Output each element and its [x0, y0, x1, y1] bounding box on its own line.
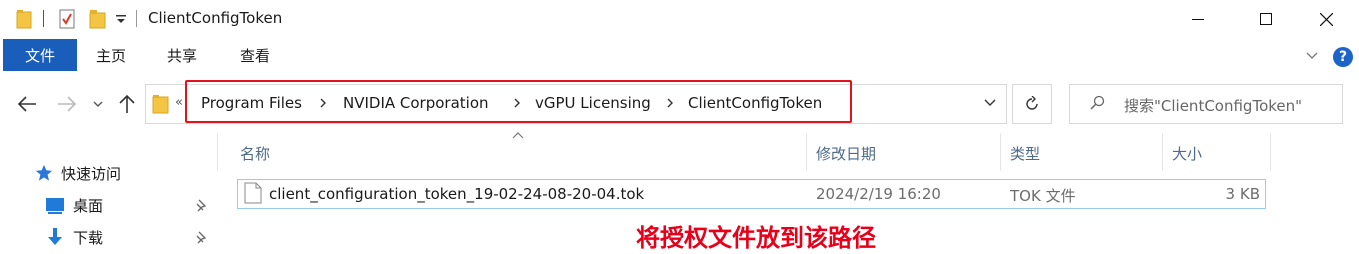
- annotation-caption: 将授权文件放到该路径: [636, 224, 876, 252]
- nav-item-label: 下载: [73, 228, 104, 247]
- pin-icon[interactable]: [195, 231, 207, 245]
- file-name[interactable]: client_configuration_token_19-02-24-08-2…: [269, 185, 644, 203]
- column-divider[interactable]: [1270, 133, 1271, 171]
- back-arrow-icon[interactable]: [16, 94, 38, 114]
- close-icon: [1319, 12, 1333, 26]
- tab-file[interactable]: 文件: [3, 39, 77, 71]
- pin-icon[interactable]: [195, 199, 207, 213]
- chevron-right-icon[interactable]: [665, 96, 675, 110]
- address-dropdown-icon[interactable]: [983, 97, 997, 109]
- folder-icon[interactable]: [16, 9, 32, 29]
- window-title: ClientConfigToken: [148, 9, 283, 27]
- nav-item-quick-access[interactable]: 快速访问: [35, 161, 121, 185]
- tab-share[interactable]: 共享: [153, 38, 211, 72]
- maximize-icon: [1260, 13, 1272, 25]
- star-icon: [35, 164, 53, 181]
- file-type: TOK 文件: [1010, 187, 1076, 205]
- file-icon: [244, 182, 262, 204]
- forward-arrow-icon[interactable]: [56, 94, 78, 114]
- customize-dropdown-icon[interactable]: [115, 12, 127, 26]
- breadcrumb-vgpu-licensing[interactable]: vGPU Licensing: [535, 94, 651, 112]
- column-header-name[interactable]: 名称: [240, 143, 270, 164]
- toolbar-separator: [43, 10, 44, 27]
- column-divider[interactable]: [1162, 133, 1163, 171]
- up-arrow-icon[interactable]: [117, 93, 137, 115]
- chevron-right-icon[interactable]: [512, 96, 522, 110]
- maximize-button[interactable]: [1243, 0, 1289, 38]
- breadcrumb-overflow[interactable]: «: [175, 95, 183, 110]
- minimize-button[interactable]: [1175, 0, 1221, 38]
- nav-item-label: 快速访问: [61, 164, 122, 183]
- chevron-right-icon[interactable]: [318, 96, 328, 110]
- nav-item-desktop[interactable]: 桌面: [45, 193, 103, 217]
- search-icon: [1090, 95, 1105, 110]
- breadcrumb-clientconfigtoken[interactable]: ClientConfigToken: [688, 94, 822, 112]
- title-separator: [136, 10, 137, 27]
- desktop-icon: [46, 198, 64, 214]
- column-header-size[interactable]: 大小: [1172, 143, 1202, 164]
- column-divider[interactable]: [806, 133, 807, 171]
- sort-ascending-icon: [512, 132, 524, 139]
- folder-icon: [152, 95, 169, 114]
- column-header-date[interactable]: 修改日期: [816, 143, 876, 164]
- file-modified-date: 2024/2/19 16:20: [816, 185, 941, 203]
- expand-ribbon-icon[interactable]: [1305, 48, 1319, 62]
- tab-view[interactable]: 查看: [226, 38, 284, 72]
- breadcrumb-nvidia-corporation[interactable]: NVIDIA Corporation: [343, 94, 489, 112]
- minimize-icon: [1192, 19, 1204, 20]
- tab-home[interactable]: 主页: [82, 38, 140, 72]
- help-button[interactable]: ?: [1333, 47, 1353, 67]
- nav-item-downloads[interactable]: 下载: [45, 225, 103, 249]
- search-input[interactable]: 搜索"ClientConfigToken": [1124, 95, 1302, 116]
- breadcrumb-program-files[interactable]: Program Files: [201, 94, 302, 112]
- recent-locations-icon[interactable]: [92, 98, 104, 110]
- column-header-type[interactable]: 类型: [1010, 143, 1040, 164]
- ribbon-tabs: 文件 主页 共享 查看 ?: [0, 38, 1359, 72]
- refresh-icon: [1026, 96, 1038, 110]
- download-icon: [48, 228, 62, 245]
- close-button[interactable]: [1303, 0, 1349, 38]
- new-folder-icon[interactable]: [89, 9, 107, 29]
- column-divider: [217, 133, 218, 171]
- properties-icon[interactable]: [59, 9, 75, 29]
- file-size: 3 KB: [1225, 185, 1260, 203]
- nav-item-label: 桌面: [73, 196, 104, 215]
- column-divider[interactable]: [1000, 133, 1001, 171]
